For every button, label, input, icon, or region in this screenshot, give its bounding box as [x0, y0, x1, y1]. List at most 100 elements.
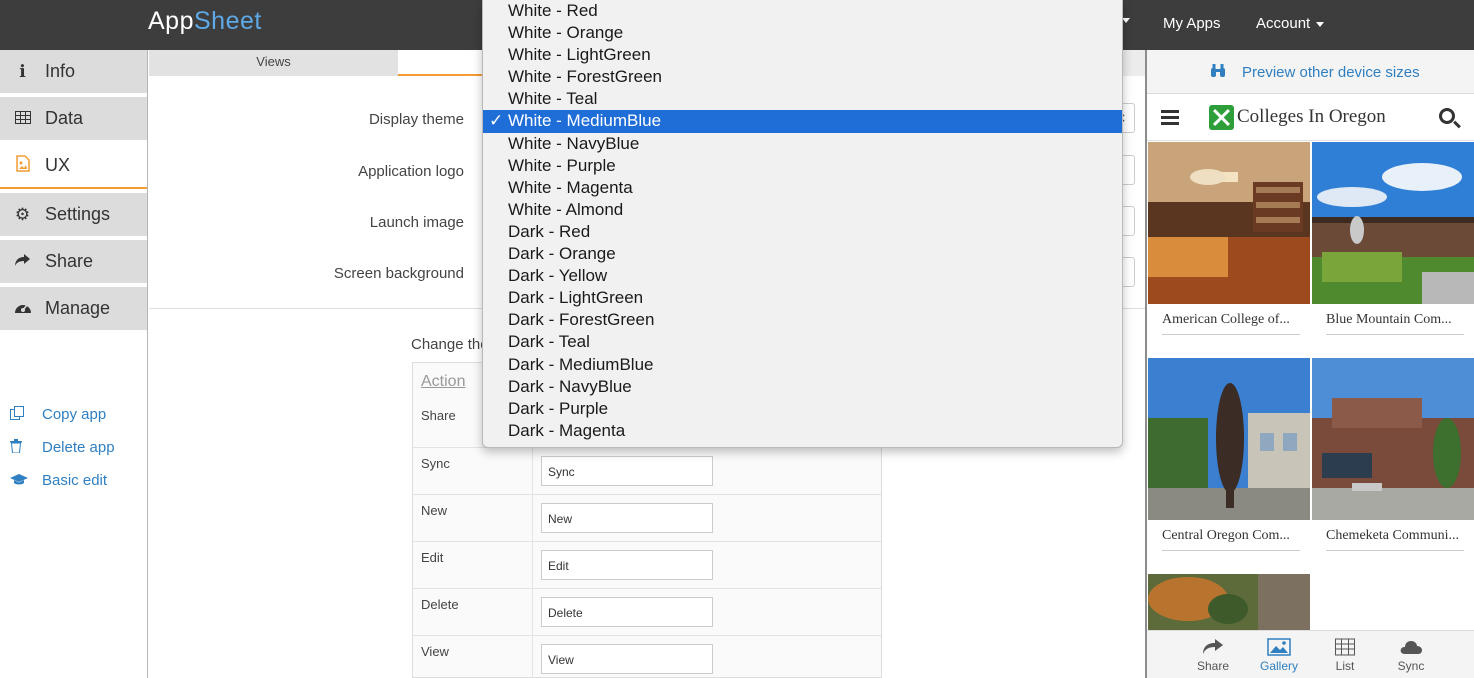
- table-icon: [1335, 638, 1355, 656]
- theme-option-label: White - Magenta: [508, 177, 633, 197]
- theme-option[interactable]: White - ForestGreen: [483, 66, 1122, 88]
- binoculars-icon: [1210, 63, 1226, 82]
- screen-background-label: Screen background: [333, 265, 464, 282]
- theme-option-label: Dark - MediumBlue: [508, 354, 654, 374]
- tile-caption: American College of...: [1162, 312, 1300, 335]
- college-photo: [1312, 142, 1474, 304]
- tile-caption: Central Oregon Com...: [1162, 528, 1300, 551]
- application-logo-label: Application logo: [358, 163, 464, 180]
- copy-app-link[interactable]: Copy app: [10, 406, 106, 423]
- account-label: Account: [1256, 15, 1311, 32]
- gallery-tile[interactable]: [1148, 574, 1310, 630]
- app-title: Colleges In Oregon: [1237, 106, 1386, 127]
- theme-option[interactable]: Dark - Red: [483, 221, 1122, 243]
- gallery-tile[interactable]: Chemeketa Communi...: [1312, 358, 1474, 573]
- appsheet-logo[interactable]: AppSheet: [148, 7, 262, 36]
- table-icon: [0, 109, 45, 129]
- column-divider: [532, 448, 533, 494]
- hamburger-menu-icon[interactable]: [1161, 110, 1179, 125]
- sidebar-item-label: Settings: [45, 204, 111, 224]
- display-theme-dropdown[interactable]: White - Red White - Orange White - Light…: [482, 0, 1123, 448]
- chevron-down-icon[interactable]: [1122, 18, 1130, 23]
- bottom-nav-list[interactable]: List: [1315, 637, 1375, 673]
- device-preview-pane: Preview other device sizes Colleges In O…: [1145, 50, 1474, 678]
- my-apps-link[interactable]: My Apps: [1163, 15, 1221, 32]
- sidebar-item-info[interactable]: ℹ Info: [0, 50, 147, 95]
- gallery-tile[interactable]: American College of...: [1148, 142, 1310, 357]
- theme-option-label: White - Orange: [508, 23, 624, 43]
- theme-option[interactable]: White - Magenta: [483, 177, 1122, 199]
- theme-option-label: Dark - Purple: [508, 398, 609, 418]
- delete-action-input[interactable]: Delete: [541, 597, 713, 627]
- launch-image-label: Launch image: [369, 214, 464, 231]
- theme-option[interactable]: Dark - Teal: [483, 331, 1122, 353]
- preview-other-sizes-link[interactable]: Preview other device sizes: [1242, 64, 1420, 81]
- bottom-nav-sync[interactable]: Sync: [1381, 637, 1441, 673]
- theme-option-label: Dark - LightGreen: [508, 288, 644, 308]
- sidebar-item-ux[interactable]: UX: [0, 144, 147, 189]
- table-row: View View: [413, 635, 881, 678]
- bottom-nav-label: List: [1335, 659, 1355, 673]
- college-photo: [1312, 358, 1474, 520]
- sidebar-item-settings[interactable]: ⚙ Settings: [0, 193, 147, 238]
- sidebar-item-data[interactable]: Data: [0, 97, 147, 142]
- copy-icon: [10, 406, 42, 423]
- theme-option[interactable]: White - Red: [483, 0, 1122, 22]
- basic-edit-link[interactable]: Basic edit: [10, 472, 107, 489]
- edit-action-input[interactable]: Edit: [541, 550, 713, 580]
- theme-option-label: White - LightGreen: [508, 45, 651, 65]
- theme-option[interactable]: White - Orange: [483, 22, 1122, 44]
- theme-option[interactable]: White - Purple: [483, 155, 1122, 177]
- logo-sheet-text: Sheet: [193, 7, 262, 35]
- theme-option[interactable]: White - LightGreen: [483, 44, 1122, 66]
- bottom-nav-share[interactable]: Share: [1183, 637, 1243, 673]
- gallery-tile[interactable]: Blue Mountain Com...: [1312, 142, 1474, 357]
- view-action-input[interactable]: View: [541, 644, 713, 674]
- theme-option[interactable]: Dark - Magenta: [483, 420, 1122, 442]
- action-column-header[interactable]: Action: [421, 373, 465, 391]
- new-action-input[interactable]: New: [541, 503, 713, 533]
- theme-option-label: Dark - ForestGreen: [508, 310, 655, 330]
- checkmark-icon: ✓: [489, 111, 504, 131]
- theme-option[interactable]: White - Almond: [483, 199, 1122, 221]
- sidebar-item-label: UX: [45, 155, 71, 175]
- column-divider: [532, 495, 533, 541]
- account-menu[interactable]: Account: [1256, 15, 1325, 32]
- theme-option[interactable]: Dark - ForestGreen: [483, 309, 1122, 331]
- sidebar-item-manage[interactable]: Manage: [0, 287, 147, 332]
- theme-option-selected[interactable]: ✓ White - MediumBlue: [483, 110, 1122, 133]
- info-icon: ℹ: [19, 61, 26, 81]
- theme-option[interactable]: Dark - Orange: [483, 243, 1122, 265]
- theme-option-label: White - Red: [508, 1, 598, 20]
- share-arrow-icon: [1203, 639, 1223, 654]
- action-row-label: Share: [421, 408, 456, 423]
- search-icon[interactable]: [1439, 108, 1455, 124]
- sidebar-item-share[interactable]: Share: [0, 240, 147, 285]
- display-theme-label: Display theme: [368, 111, 464, 128]
- sidebar-item-label: Info: [45, 61, 76, 81]
- theme-option[interactable]: Dark - Yellow: [483, 265, 1122, 287]
- delete-app-link[interactable]: Delete app: [10, 439, 115, 456]
- theme-option[interactable]: Dark - MediumBlue: [483, 354, 1122, 376]
- theme-option-label: Dark - Orange: [508, 244, 616, 264]
- table-row: Delete Delete: [413, 588, 881, 635]
- table-row: Edit Edit: [413, 541, 881, 588]
- theme-option[interactable]: White - Teal: [483, 88, 1122, 110]
- sync-action-input[interactable]: Sync: [541, 456, 713, 486]
- theme-option-label: White - Purple: [508, 155, 616, 175]
- theme-option[interactable]: Dark - LightGreen: [483, 287, 1122, 309]
- gallery-tile[interactable]: Central Oregon Com...: [1148, 358, 1310, 573]
- logo-app-text: App: [148, 7, 194, 35]
- bottom-nav-gallery[interactable]: Gallery: [1249, 637, 1309, 673]
- theme-option[interactable]: Dark - NavyBlue: [483, 376, 1122, 398]
- theme-option-label: Dark - Red: [508, 221, 591, 241]
- tab-views[interactable]: Views: [149, 50, 398, 76]
- app-bottom-nav: Share Gallery List Sync: [1147, 630, 1474, 678]
- theme-option[interactable]: Dark - Purple: [483, 398, 1122, 420]
- trash-icon: [10, 439, 42, 456]
- sidebar-item-label: Share: [45, 251, 94, 271]
- theme-option[interactable]: White - NavyBlue: [483, 133, 1122, 155]
- theme-option-label: White - Teal: [508, 89, 598, 109]
- sidebar-item-label: Data: [45, 108, 84, 128]
- theme-option-label: Dark - Magenta: [508, 420, 626, 440]
